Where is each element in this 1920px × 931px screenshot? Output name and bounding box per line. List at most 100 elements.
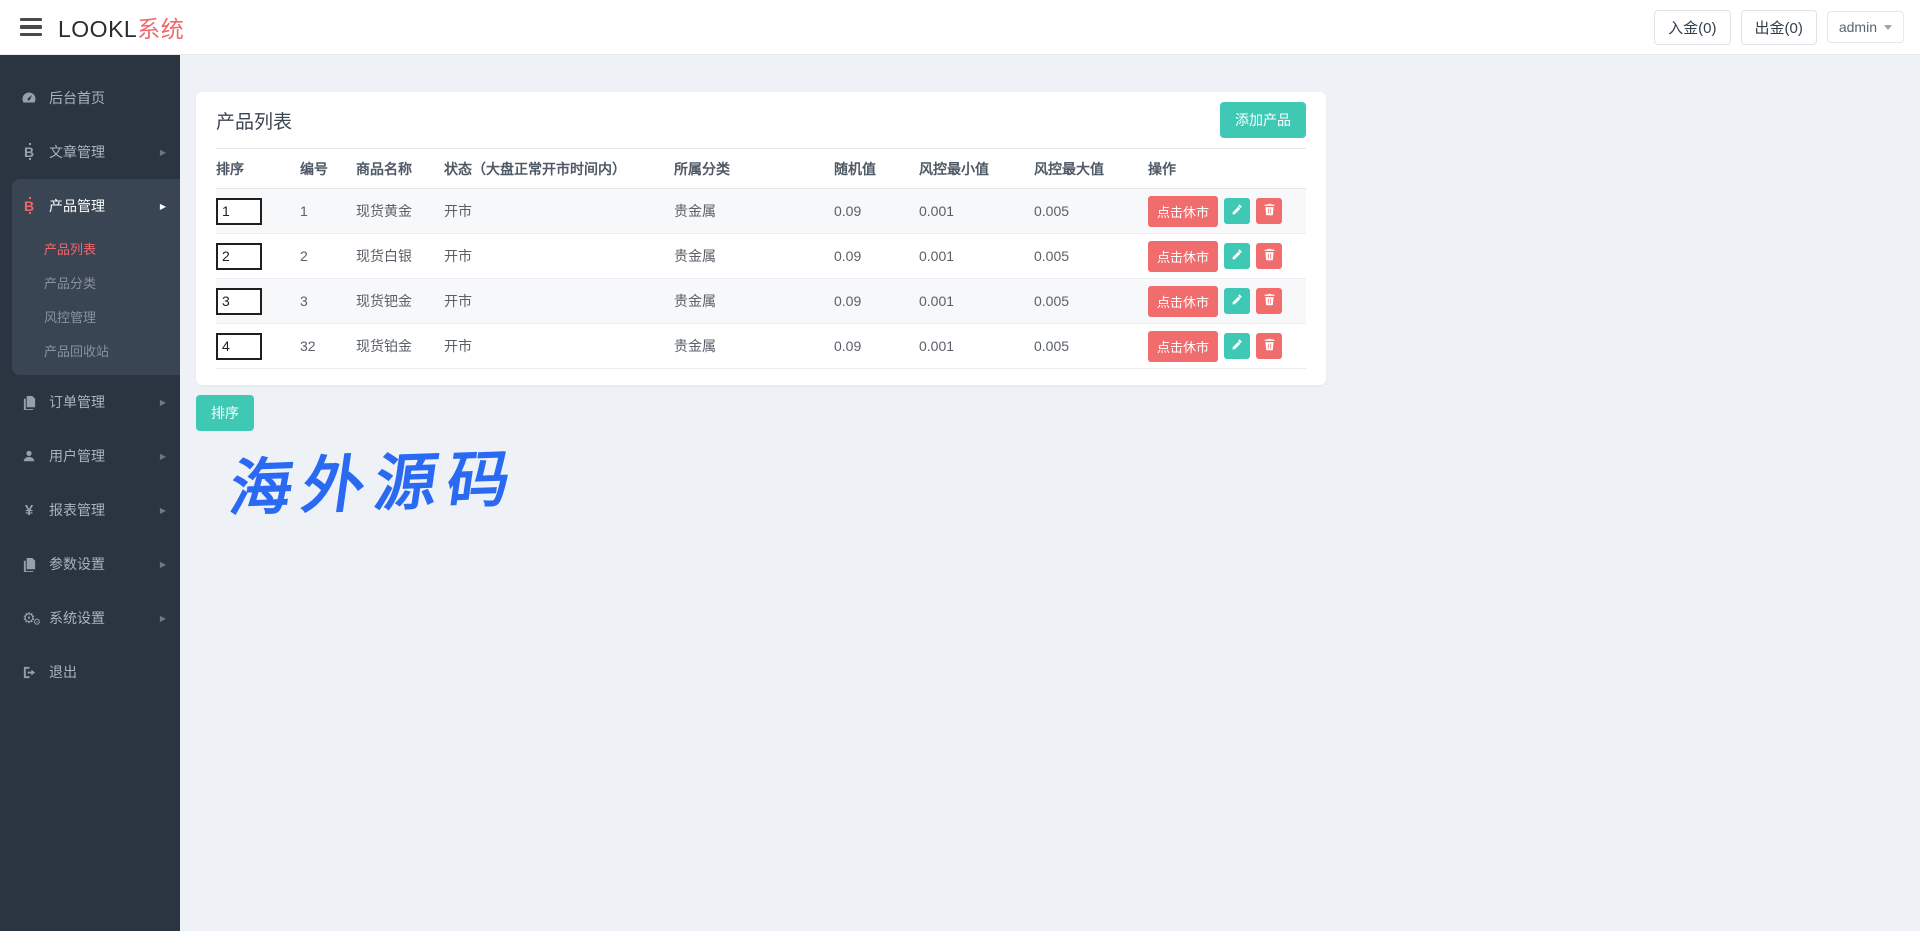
edit-button[interactable] — [1224, 288, 1250, 314]
cell-id: 1 — [300, 189, 356, 234]
cell-category: 贵金属 — [674, 279, 834, 324]
cell-risk-max: 0.005 — [1034, 324, 1148, 369]
cell-category: 贵金属 — [674, 234, 834, 279]
col-header-actions: 操作 — [1148, 149, 1306, 189]
sidebar-subitem-product-recycle[interactable]: 产品回收站 — [12, 335, 180, 369]
close-market-button[interactable]: 点击休市 — [1148, 241, 1218, 272]
col-header-id: 编号 — [300, 149, 356, 189]
trash-icon — [1263, 248, 1276, 264]
trash-icon — [1263, 338, 1276, 354]
cell-risk-min: 0.001 — [919, 279, 1034, 324]
user-menu[interactable]: admin — [1827, 11, 1904, 43]
chevron-right-icon: ▶ — [160, 560, 166, 569]
sidebar-item-label: 报表管理 — [49, 500, 160, 520]
table-row: 1 现货黄金 开市 贵金属 0.09 0.001 0.005 点击休市 — [216, 189, 1306, 234]
sidebar-item-articles[interactable]: 文章管理 ▶ — [0, 125, 180, 179]
add-product-button[interactable]: 添加产品 — [1220, 102, 1306, 138]
close-market-button[interactable]: 点击休市 — [1148, 196, 1218, 227]
col-header-name: 商品名称 — [356, 149, 444, 189]
menu-toggle-icon[interactable] — [20, 18, 42, 37]
edit-icon — [1231, 293, 1244, 309]
cell-name: 现货白银 — [356, 234, 444, 279]
col-header-random: 随机值 — [834, 149, 919, 189]
sidebar-item-label: 系统设置 — [49, 608, 160, 628]
cell-risk-max: 0.005 — [1034, 189, 1148, 234]
col-header-sort: 排序 — [216, 149, 300, 189]
sidebar-item-parameters[interactable]: 参数设置 ▶ — [0, 537, 180, 591]
sort-input[interactable] — [216, 243, 262, 270]
delete-button[interactable] — [1256, 243, 1282, 269]
chevron-right-icon: ▶ — [160, 202, 166, 211]
delete-button[interactable] — [1256, 288, 1282, 314]
sort-input[interactable] — [216, 333, 262, 360]
cell-random: 0.09 — [834, 234, 919, 279]
cell-id: 3 — [300, 279, 356, 324]
cell-status: 开市 — [444, 189, 674, 234]
delete-button[interactable] — [1256, 333, 1282, 359]
sidebar-item-label: 后台首页 — [49, 88, 166, 108]
withdraw-button[interactable]: 出金(0) — [1741, 10, 1817, 45]
yen-icon — [20, 502, 38, 518]
brand-logo[interactable]: LOOKL系统 — [58, 10, 184, 44]
topbar-actions: 入金(0) 出金(0) admin — [1654, 10, 1904, 45]
col-header-category: 所属分类 — [674, 149, 834, 189]
gears-icon — [20, 610, 38, 626]
sidebar: 后台首页 文章管理 ▶ 产品管理 ▶ 产品列表 产品分类 风控管理 产品回收站 — [0, 55, 180, 931]
sidebar-item-dashboard[interactable]: 后台首页 — [0, 71, 180, 125]
table-row: 3 现货钯金 开市 贵金属 0.09 0.001 0.005 点击休市 — [216, 279, 1306, 324]
edit-icon — [1231, 248, 1244, 264]
edit-button[interactable] — [1224, 333, 1250, 359]
cell-id: 2 — [300, 234, 356, 279]
sort-input[interactable] — [216, 288, 262, 315]
sidebar-subitem-product-category[interactable]: 产品分类 — [12, 267, 180, 301]
chevron-right-icon: ▶ — [160, 398, 166, 407]
cell-risk-min: 0.001 — [919, 234, 1034, 279]
sidebar-item-label: 订单管理 — [49, 392, 160, 412]
edit-button[interactable] — [1224, 198, 1250, 224]
sidebar-subitem-product-list[interactable]: 产品列表 — [12, 233, 180, 267]
chevron-right-icon: ▶ — [160, 452, 166, 461]
sidebar-item-label: 用户管理 — [49, 446, 160, 466]
cell-random: 0.09 — [834, 189, 919, 234]
row-actions: 点击休市 — [1148, 331, 1306, 362]
sidebar-subitem-risk-control[interactable]: 风控管理 — [12, 301, 180, 335]
delete-button[interactable] — [1256, 198, 1282, 224]
sort-button[interactable]: 排序 — [196, 395, 254, 431]
deposit-button[interactable]: 入金(0) — [1654, 10, 1730, 45]
cell-status: 开市 — [444, 279, 674, 324]
row-actions: 点击休市 — [1148, 241, 1306, 272]
col-header-risk-min: 风控最小值 — [919, 149, 1034, 189]
row-actions: 点击休市 — [1148, 286, 1306, 317]
cell-random: 0.09 — [834, 279, 919, 324]
copy-icon — [20, 556, 38, 572]
main-content: 产品列表 添加产品 排序 编号 商品名称 状态（大盘正常开市时间内） 所属分类 … — [180, 55, 1920, 931]
cell-name: 现货钯金 — [356, 279, 444, 324]
table-row: 32 现货铂金 开市 贵金属 0.09 0.001 0.005 点击休市 — [216, 324, 1306, 369]
cell-id: 32 — [300, 324, 356, 369]
product-table: 排序 编号 商品名称 状态（大盘正常开市时间内） 所属分类 随机值 风控最小值 … — [216, 148, 1306, 369]
col-header-risk-max: 风控最大值 — [1034, 149, 1148, 189]
sort-input[interactable] — [216, 198, 262, 225]
product-list-panel: 产品列表 添加产品 排序 编号 商品名称 状态（大盘正常开市时间内） 所属分类 … — [196, 92, 1326, 385]
sidebar-item-reports[interactable]: 报表管理 ▶ — [0, 483, 180, 537]
cell-name: 现货铂金 — [356, 324, 444, 369]
panel-header: 产品列表 添加产品 — [216, 92, 1306, 148]
edit-icon — [1231, 338, 1244, 354]
close-market-button[interactable]: 点击休市 — [1148, 331, 1218, 362]
sidebar-item-users[interactable]: 用户管理 ▶ — [0, 429, 180, 483]
sidebar-item-orders[interactable]: 订单管理 ▶ — [0, 375, 180, 429]
close-market-button[interactable]: 点击休市 — [1148, 286, 1218, 317]
cell-category: 贵金属 — [674, 189, 834, 234]
sidebar-item-logout[interactable]: 退出 — [0, 645, 180, 699]
sidebar-item-system-settings[interactable]: 系统设置 ▶ — [0, 591, 180, 645]
products-submenu: 产品列表 产品分类 风控管理 产品回收站 — [12, 233, 180, 369]
topbar: LOOKL系统 入金(0) 出金(0) admin — [0, 0, 1920, 55]
chevron-right-icon: ▶ — [160, 506, 166, 515]
brand-text: LOOKL — [58, 16, 137, 42]
cell-random: 0.09 — [834, 324, 919, 369]
edit-button[interactable] — [1224, 243, 1250, 269]
edit-icon — [1231, 203, 1244, 219]
user-name: admin — [1839, 19, 1877, 35]
sidebar-item-products[interactable]: 产品管理 ▶ — [12, 179, 180, 233]
sidebar-item-label: 退出 — [49, 662, 166, 682]
